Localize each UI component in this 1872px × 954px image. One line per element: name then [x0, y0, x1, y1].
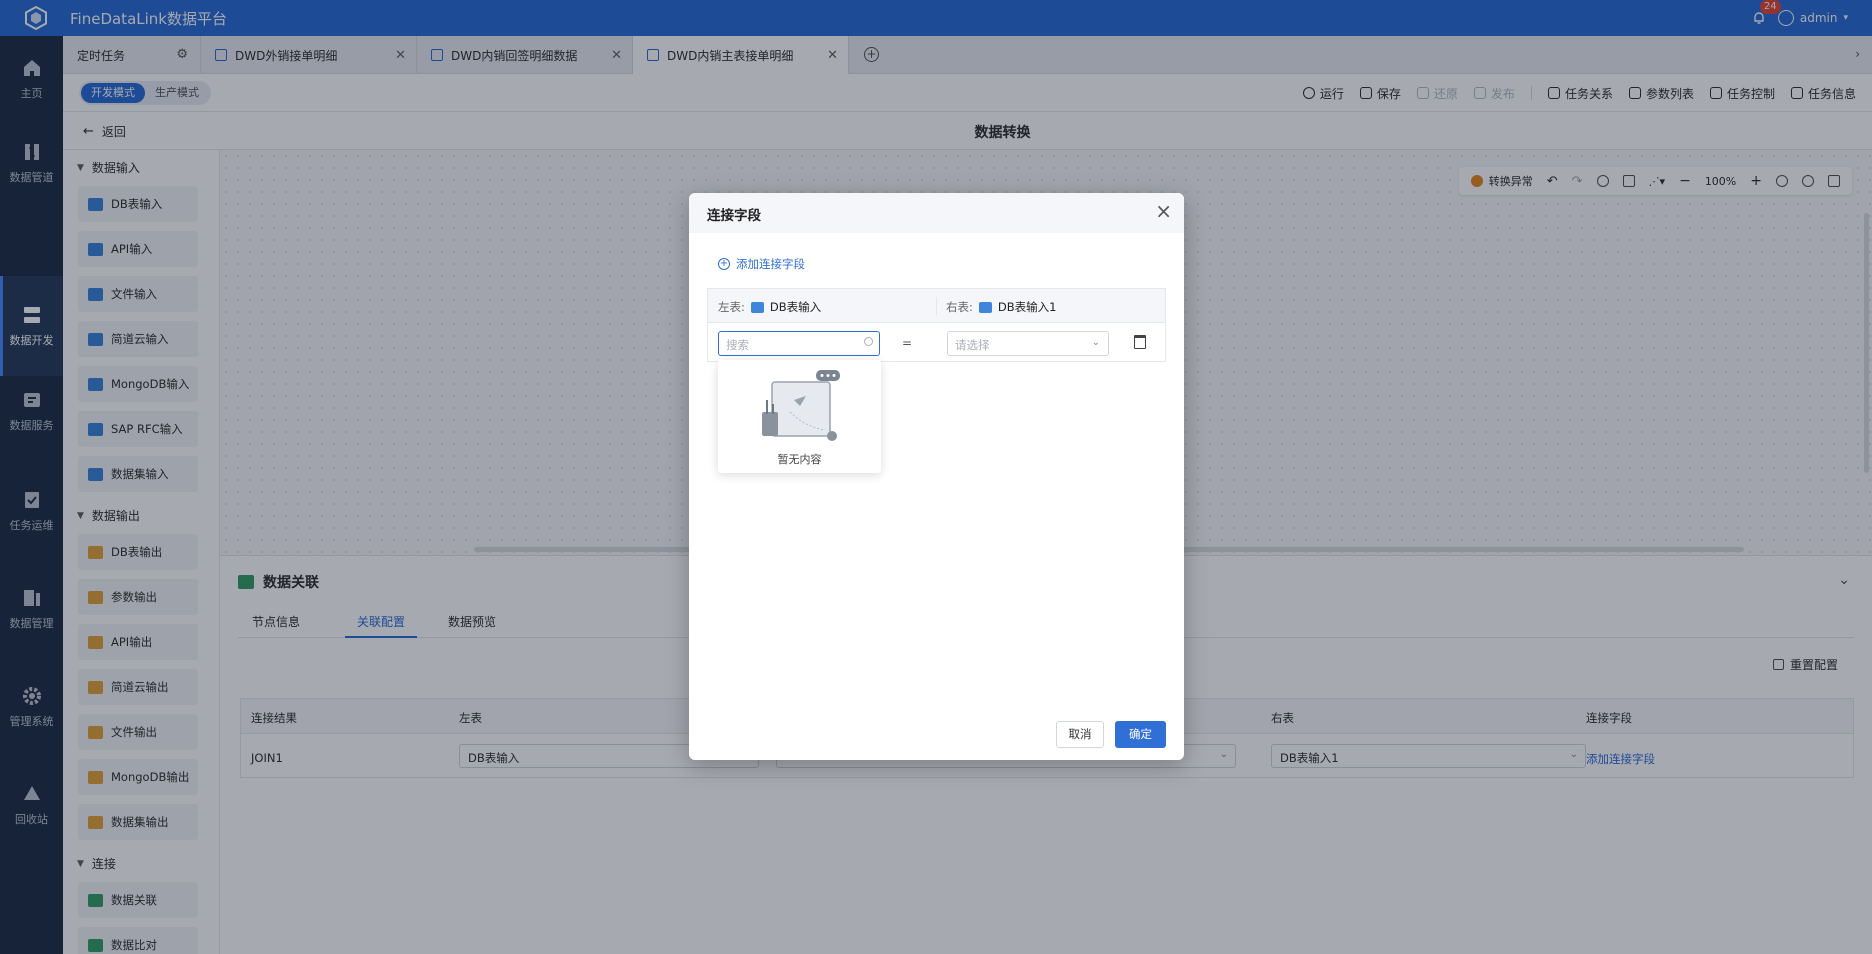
select-placeholder: 请选择	[955, 338, 990, 352]
add-join-field-button[interactable]: + 添加连接字段	[718, 256, 805, 272]
cancel-button[interactable]: 取消	[1056, 721, 1104, 748]
trash-icon[interactable]	[1134, 335, 1146, 349]
right-field-select[interactable]: 请选择 ⌄	[947, 331, 1109, 356]
search-icon	[864, 337, 873, 346]
close-icon[interactable]: ×	[1155, 201, 1172, 221]
join-field-dialog: 连接字段 × + 添加连接字段 左表: DB表输入 右表: DB表输入1 搜索 …	[689, 193, 1184, 760]
header-divider	[936, 297, 937, 315]
field-dropdown: 暂无内容	[718, 360, 881, 473]
dialog-title: 连接字段	[707, 208, 761, 224]
right-table-header: 右表: DB表输入1	[946, 299, 1056, 315]
equals-sign: =	[902, 336, 913, 350]
db-table-icon	[978, 301, 992, 313]
dialog-header: 连接字段 ×	[689, 193, 1184, 233]
db-table-icon	[750, 301, 764, 313]
confirm-button[interactable]: 确定	[1115, 721, 1166, 748]
search-placeholder: 搜索	[726, 338, 749, 352]
right-table-label: 右表:	[946, 300, 973, 314]
join-field-table: 左表: DB表输入 右表: DB表输入1 搜索 = 请选择 ⌄	[707, 288, 1166, 362]
empty-state-text: 暂无内容	[777, 453, 822, 466]
left-table-label: 左表:	[718, 300, 745, 314]
chevron-down-icon: ⌄	[1091, 337, 1100, 348]
plus-circle-icon: +	[718, 258, 730, 270]
left-field-search-input[interactable]: 搜索	[718, 331, 880, 356]
left-table-name: DB表输入	[769, 300, 822, 314]
empty-state-illustration	[762, 370, 840, 441]
join-field-header: 左表: DB表输入 右表: DB表输入1	[708, 289, 1165, 323]
right-table-name: DB表输入1	[997, 300, 1057, 314]
add-join-field-label: 添加连接字段	[736, 257, 805, 271]
left-table-header: 左表: DB表输入	[718, 299, 821, 315]
